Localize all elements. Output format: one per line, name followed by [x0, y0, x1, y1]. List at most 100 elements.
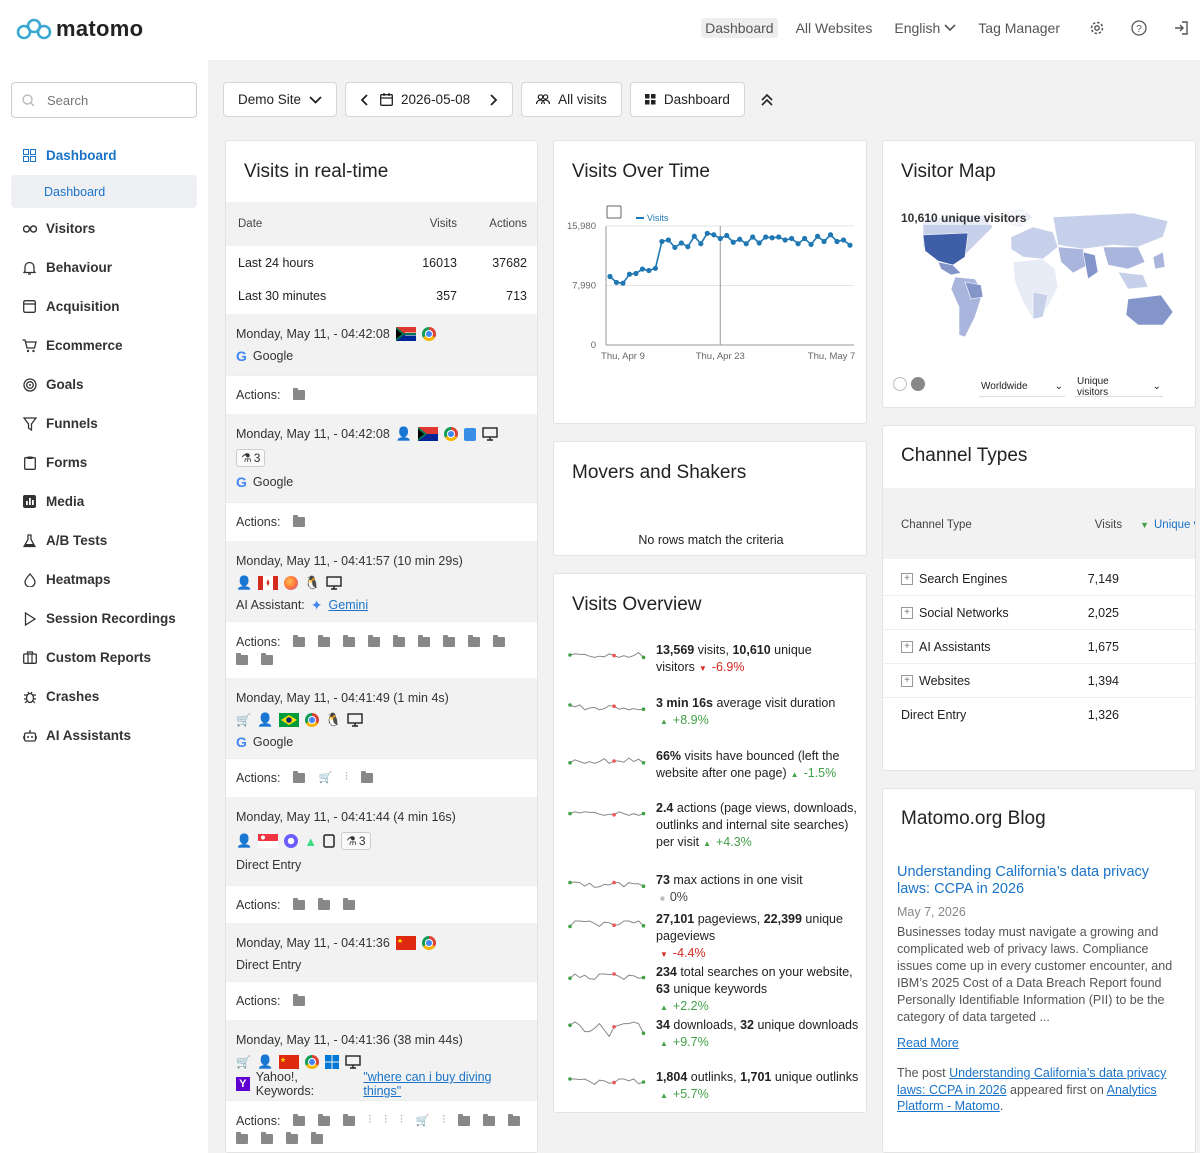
- folder-icon[interactable]: [393, 635, 406, 647]
- folder-icon[interactable]: [343, 635, 356, 647]
- dashboard-selector[interactable]: Dashboard: [629, 82, 745, 117]
- data-point[interactable]: [626, 271, 633, 277]
- folder-icon[interactable]: [236, 1131, 248, 1144]
- column-header[interactable]: Unique v: [1154, 519, 1195, 531]
- folder-icon[interactable]: [343, 1113, 356, 1126]
- data-point[interactable]: [776, 234, 782, 240]
- data-point[interactable]: [698, 241, 704, 247]
- data-point[interactable]: [789, 235, 795, 242]
- data-point[interactable]: [691, 233, 697, 239]
- folder-icon[interactable]: [261, 1131, 273, 1144]
- folder-icon[interactable]: [443, 635, 456, 647]
- folder-icon[interactable]: [293, 1113, 306, 1126]
- data-point[interactable]: [840, 237, 847, 243]
- data-point[interactable]: [717, 235, 723, 242]
- data-point[interactable]: [847, 242, 853, 248]
- help-icon[interactable]: ?: [1130, 19, 1148, 37]
- overview-row[interactable]: 3 min 16s average visit duration ▲ +8.9%: [568, 695, 864, 730]
- data-point[interactable]: [730, 239, 736, 245]
- folder-icon[interactable]: [261, 653, 273, 665]
- sidebar-item-visitors[interactable]: Visitors: [11, 209, 197, 248]
- sidebar-item-heatmaps[interactable]: Heatmaps: [11, 560, 197, 599]
- world-map[interactable]: [883, 207, 1196, 347]
- data-point[interactable]: [639, 266, 646, 272]
- folder-icon[interactable]: [236, 653, 248, 665]
- nav-language[interactable]: English: [890, 18, 960, 38]
- data-point[interactable]: [782, 237, 788, 243]
- overview-row[interactable]: 73 max actions in one visit ■ 0%: [568, 872, 864, 907]
- sidebar-item-dashboard[interactable]: Dashboard: [11, 136, 197, 175]
- overview-row[interactable]: 234 total searches on your website, 63 u…: [568, 964, 864, 1016]
- expand-icon[interactable]: +: [901, 674, 913, 687]
- visitor-profile-icon[interactable]: 👤: [257, 1054, 273, 1070]
- folder-icon[interactable]: [286, 1131, 298, 1144]
- sidebar-subitem-dashboard[interactable]: Dashboard: [11, 175, 197, 208]
- visit-source-link[interactable]: Gemini: [329, 598, 369, 612]
- data-point[interactable]: [795, 241, 801, 247]
- sidebar-item-ab-tests[interactable]: A/B Tests: [11, 521, 197, 560]
- visit-entry[interactable]: Monday, May 11, - 04:41:36 (38 min 44s) …: [226, 1020, 537, 1152]
- sidebar-item-custom-reports[interactable]: Custom Reports: [11, 638, 197, 677]
- folder-icon[interactable]: [293, 635, 306, 647]
- search-input[interactable]: [47, 92, 177, 108]
- visit-entry[interactable]: Monday, May 11, - 04:41:57 (10 min 29s) …: [226, 541, 537, 678]
- folder-icon[interactable]: [468, 635, 481, 647]
- data-point[interactable]: [665, 237, 671, 243]
- data-point[interactable]: [652, 265, 659, 271]
- table-row[interactable]: + AI Assistants 1,675: [883, 630, 1195, 664]
- data-point[interactable]: [821, 238, 827, 245]
- audio-icon[interactable]: ⫶: [442, 1114, 445, 1127]
- visit-source-link[interactable]: "where can i buy diving things": [363, 1070, 529, 1098]
- table-row[interactable]: + Social Networks 2,025: [883, 596, 1195, 630]
- sidebar-item-crashes[interactable]: Crashes: [11, 677, 197, 716]
- sidebar-item-funnels[interactable]: Funnels: [11, 404, 197, 443]
- data-point[interactable]: [646, 267, 652, 274]
- expand-icon[interactable]: +: [901, 640, 913, 653]
- site-selector[interactable]: Demo Site: [223, 82, 338, 117]
- data-point[interactable]: [808, 241, 814, 248]
- overview-row[interactable]: 1,804 outlinks, 1,701 unique outlinks ▲ +5…: [568, 1069, 864, 1104]
- cart-icon[interactable]: 🛒: [416, 1114, 430, 1127]
- visitor-profile-icon[interactable]: 👤: [236, 833, 252, 849]
- sidebar-item-media[interactable]: Media: [11, 482, 197, 521]
- data-point[interactable]: [743, 241, 749, 247]
- sidebar-item-session-recordings[interactable]: Session Recordings: [11, 599, 197, 638]
- visit-entry[interactable]: Monday, May 11, - 04:41:44 (4 min 16s) 👤…: [226, 797, 537, 923]
- overview-row[interactable]: 27,101 pageviews, 22,399 unique pageview…: [568, 911, 864, 963]
- visits-line-chart[interactable]: 0 7,990 15,980 Thu, Apr 9 Thu, Apr 23 Thu, M…: [554, 196, 867, 424]
- folder-icon[interactable]: [293, 770, 306, 783]
- visit-entry[interactable]: Monday, May 11, - 04:42:08 G Google Actio…: [226, 314, 537, 413]
- column-header[interactable]: Visits: [1072, 519, 1122, 531]
- data-point[interactable]: [678, 240, 684, 246]
- data-point[interactable]: [737, 236, 743, 242]
- data-point[interactable]: [724, 232, 730, 239]
- folder-icon[interactable]: [493, 635, 506, 647]
- sign-out-icon[interactable]: [1172, 19, 1190, 37]
- gear-icon[interactable]: [1088, 19, 1106, 37]
- sidebar-item-ai-assistants[interactable]: AI Assistants: [11, 716, 197, 755]
- data-point[interactable]: [633, 270, 639, 277]
- folder-icon[interactable]: [311, 1131, 323, 1144]
- data-point[interactable]: [769, 235, 775, 241]
- sidebar-item-behaviour[interactable]: Behaviour: [11, 248, 197, 287]
- data-point[interactable]: [659, 238, 665, 245]
- table-row[interactable]: + Websites 1,394: [883, 664, 1195, 698]
- folder-icon[interactable]: [318, 897, 331, 910]
- globe-icon[interactable]: [911, 377, 925, 391]
- folder-icon[interactable]: [293, 387, 306, 400]
- audio-icon[interactable]: ⫶: [345, 771, 348, 784]
- overview-row[interactable]: 66% visits have bounced (left the websit…: [568, 748, 864, 783]
- data-point[interactable]: [672, 244, 678, 251]
- data-point[interactable]: [756, 240, 762, 246]
- table-row[interactable]: Direct Entry 1,326: [883, 698, 1195, 732]
- visitor-profile-icon[interactable]: 👤: [257, 712, 273, 728]
- sidebar-item-goals[interactable]: Goals: [11, 365, 197, 404]
- folder-icon[interactable]: [318, 635, 331, 647]
- chevron-left-icon[interactable]: [360, 93, 368, 106]
- sort-indicator[interactable]: ▼: [1140, 520, 1149, 530]
- visit-entry[interactable]: Monday, May 11, - 04:42:08 👤 ⚗ 3 G Google…: [226, 414, 537, 540]
- matomo-logo[interactable]: matomo: [16, 16, 143, 42]
- visitor-profile-icon[interactable]: 👤: [236, 575, 252, 591]
- folder-icon[interactable]: [343, 897, 356, 910]
- expand-icon[interactable]: +: [901, 572, 913, 585]
